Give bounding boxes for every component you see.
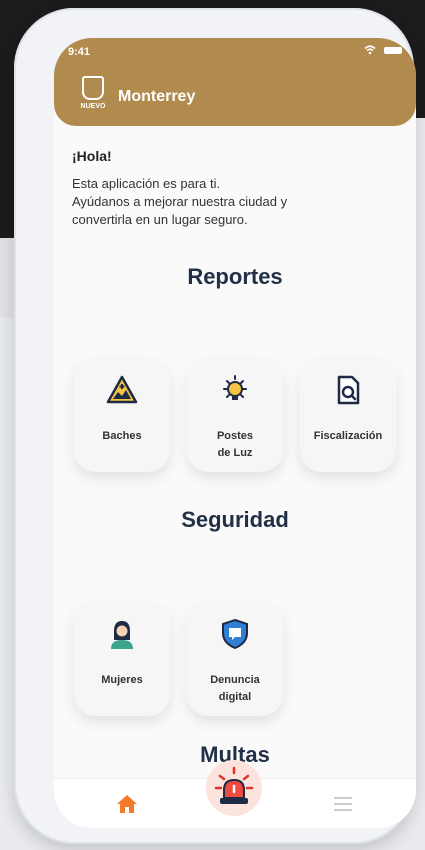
chat-alert-shield-icon <box>222 618 248 650</box>
emergency-alert-button[interactable] <box>206 760 262 816</box>
status-bar: 9:41 <box>68 45 402 62</box>
wifi-icon <box>364 45 376 55</box>
siren-icon <box>214 766 254 804</box>
logo-text: NUEVO <box>80 103 106 110</box>
app-header: 9:41 NUEVO Monterrey <box>54 38 416 126</box>
card-fiscalizacion[interactable]: Fiscalización <box>300 356 396 472</box>
document-search-icon <box>337 375 360 405</box>
city-logo: NUEVO <box>78 76 108 118</box>
card-mujeres[interactable]: Mujeres <box>74 600 170 716</box>
status-time: 9:41 <box>68 46 91 58</box>
phone-frame: 9:41 NUEVO Monterrey ¡Hola! Esta aplicac… <box>14 8 416 844</box>
header-title: Monterrey <box>118 88 196 105</box>
app-screen: 9:41 NUEVO Monterrey ¡Hola! Esta aplicac… <box>54 38 416 828</box>
card-label: Fiscalización <box>313 430 383 442</box>
card-denuncia-digital[interactable]: Denuncia digital <box>187 600 283 716</box>
greeting-line: Ayúdanos a mejorar nuestra ciudad y <box>72 194 288 209</box>
card-label: Postes de Luz <box>216 430 254 459</box>
section-title-seguridad: Seguridad <box>181 507 289 532</box>
woman-icon <box>111 621 133 649</box>
card-label: Mujeres <box>101 674 143 686</box>
greeting-line: Esta aplicación es para ti. <box>72 176 221 191</box>
status-icons <box>364 45 402 55</box>
section-title-reportes: Reportes <box>187 264 283 289</box>
card-label: Denuncia digital <box>210 674 260 703</box>
card-label: Baches <box>102 430 142 442</box>
menu-icon[interactable] <box>334 797 352 811</box>
lightbulb-icon <box>223 375 247 400</box>
crest-icon <box>82 76 104 100</box>
battery-icon <box>384 46 402 54</box>
greeting-line: convertirla en un lugar seguro. <box>72 212 248 227</box>
home-icon[interactable] <box>116 793 138 815</box>
pothole-warning-icon <box>106 375 138 404</box>
greeting-title: ¡Hola! <box>72 148 112 164</box>
card-postes-de-luz[interactable]: Postes de Luz <box>187 356 283 472</box>
card-baches[interactable]: Baches <box>74 356 170 472</box>
